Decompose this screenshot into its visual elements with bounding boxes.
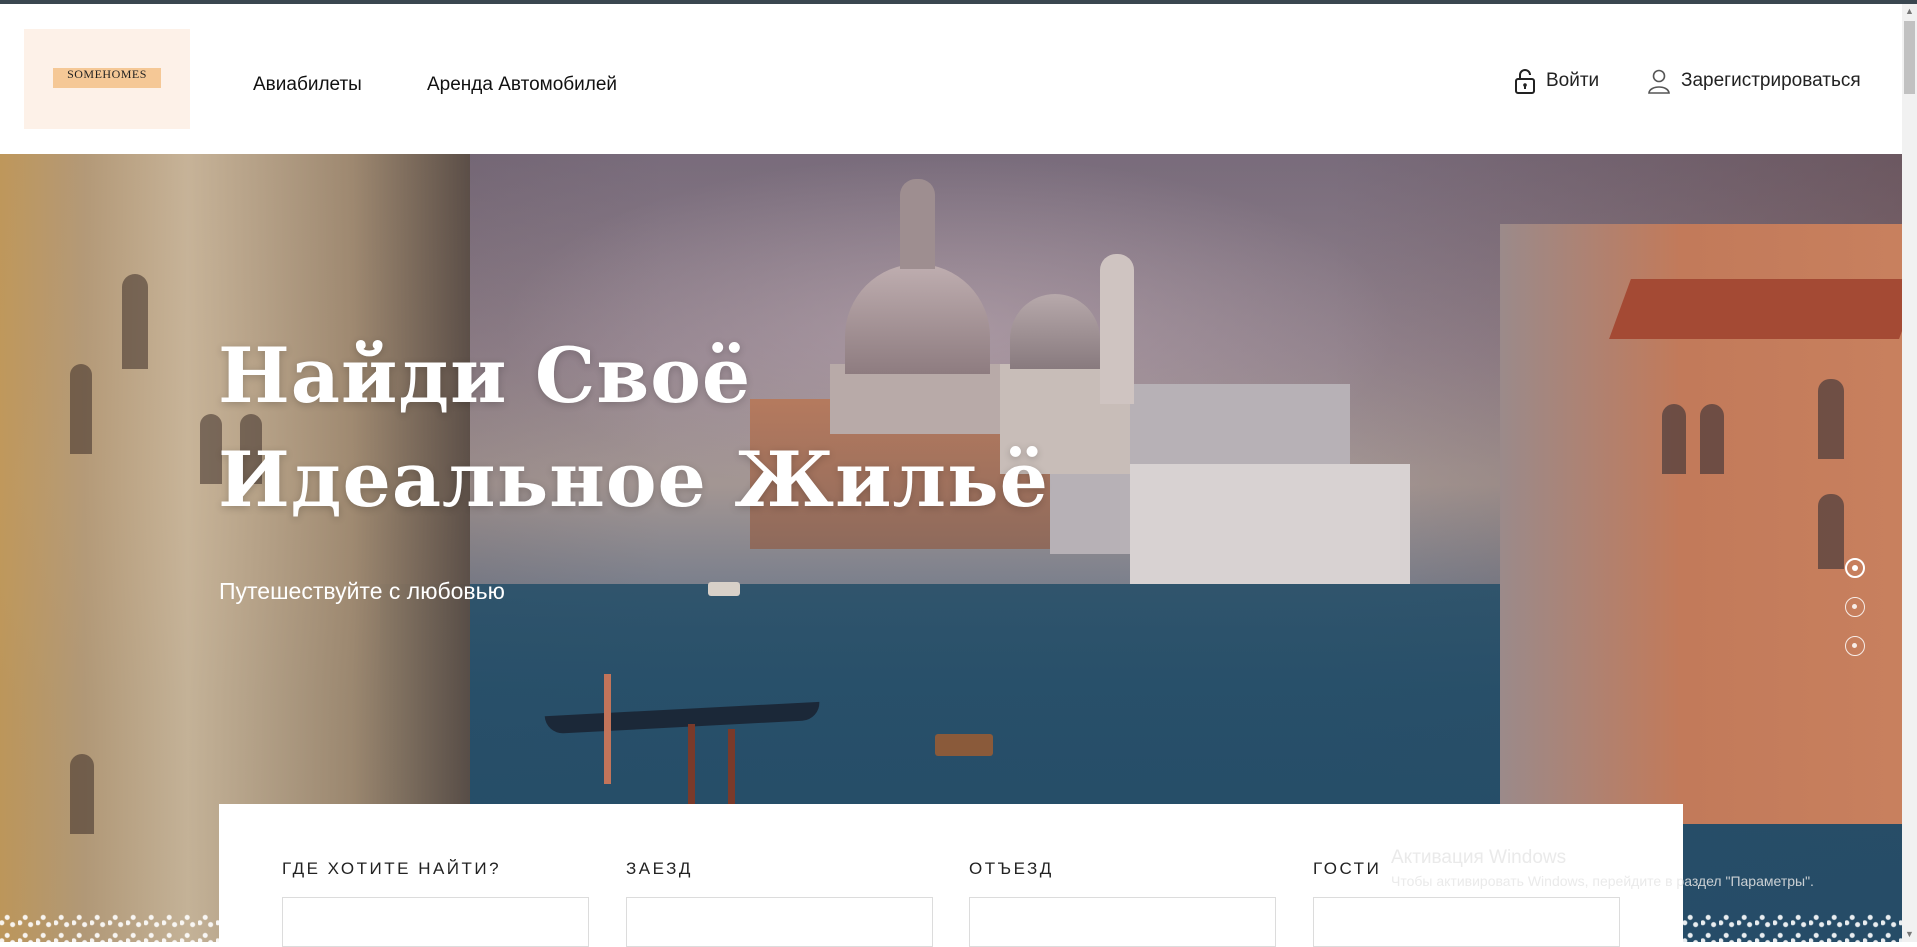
site-logo[interactable]: SOMEHOMES <box>24 29 190 129</box>
user-icon <box>1647 68 1671 94</box>
hero-dome-lantern <box>900 179 935 269</box>
checkout-input[interactable] <box>969 897 1276 947</box>
login-link[interactable]: Войти <box>1514 68 1599 94</box>
nav-link-flights[interactable]: Авиабилеты <box>253 74 362 96</box>
checkout-label: ОТЪЕЗД <box>969 859 1054 878</box>
scroll-up-arrow-icon[interactable]: ▲ <box>1902 4 1917 19</box>
nav-link-car-rental[interactable]: Аренда Автомобилей <box>427 74 617 96</box>
slider-dot-2[interactable] <box>1845 597 1865 617</box>
slider-dot-3[interactable] <box>1845 636 1865 656</box>
windows-activation-title: Активация Windows <box>1391 847 1567 868</box>
hero-mooring-pole <box>728 729 735 809</box>
destination-input[interactable] <box>282 897 589 947</box>
register-link[interactable]: Зарегистрироваться <box>1647 68 1861 94</box>
hero-building <box>1130 464 1410 584</box>
hero-boat <box>708 582 740 596</box>
logo-text: SOMEHOMES <box>67 67 147 81</box>
guests-input[interactable] <box>1313 897 1620 947</box>
hero-window <box>1662 404 1686 474</box>
snow-decoration <box>0 912 220 942</box>
windows-activation-watermark: Активация Windows Чтобы активировать Win… <box>1391 847 1814 889</box>
guests-label: ГОСТИ <box>1313 859 1382 878</box>
hero-boat <box>935 734 993 756</box>
hero-subtitle: Путешествуйте с любовью <box>219 578 505 604</box>
hero-tower <box>1100 254 1134 404</box>
login-label: Войти <box>1546 70 1600 91</box>
hero-mooring-pole <box>688 724 695 814</box>
hero-mooring-pole <box>604 674 611 784</box>
hero-roof <box>1609 279 1902 339</box>
hero-window <box>122 274 148 369</box>
hero-window <box>1700 404 1724 474</box>
slider-dot-1[interactable] <box>1845 558 1865 578</box>
hero-window <box>1818 494 1844 569</box>
lock-icon <box>1514 68 1536 94</box>
page-scrollbar[interactable]: ▲ ▼ <box>1902 4 1917 942</box>
checkin-input[interactable] <box>626 897 933 947</box>
destination-label: ГДЕ ХОТИТЕ НАЙТИ? <box>282 859 502 878</box>
site-header: SOMEHOMES Авиабилеты Аренда Автомобилей … <box>0 4 1902 154</box>
scrollbar-thumb[interactable] <box>1904 21 1915 94</box>
scroll-down-arrow-icon[interactable]: ▼ <box>1902 927 1917 942</box>
checkin-label: ЗАЕЗД <box>626 859 693 878</box>
windows-activation-subtitle: Чтобы активировать Windows, перейдите в … <box>1391 873 1814 889</box>
snow-decoration <box>1683 912 1902 942</box>
hero-window <box>1818 379 1844 459</box>
hero-window <box>70 364 92 454</box>
register-label: Зарегистрироваться <box>1681 70 1861 91</box>
hero-title: Найди Своё Идеальное Жильё <box>218 331 1049 524</box>
hero-window <box>70 754 94 834</box>
